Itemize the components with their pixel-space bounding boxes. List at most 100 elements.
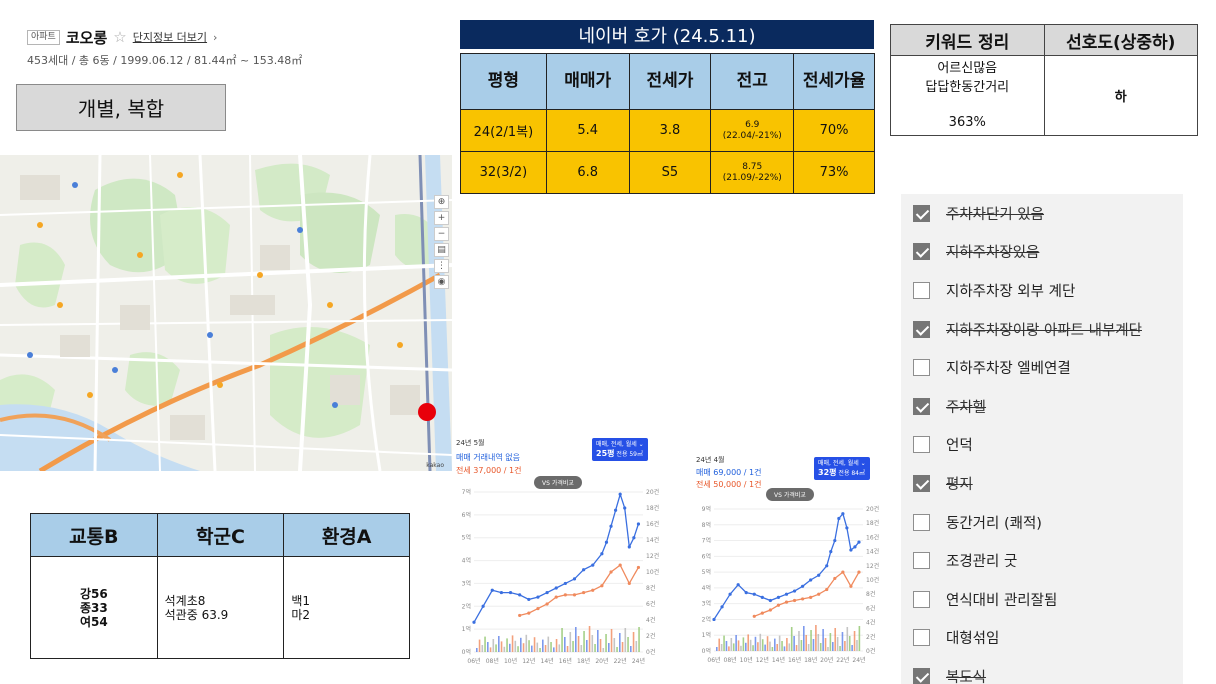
- checkbox-checked[interactable]: [913, 320, 930, 338]
- checklist-item[interactable]: 언덕: [901, 426, 1183, 465]
- volume-bar: [803, 626, 805, 651]
- grid-icon[interactable]: ⋮: [434, 259, 449, 273]
- map-canvas: [0, 155, 452, 471]
- volume-bar: [856, 640, 858, 651]
- location-map[interactable]: ⊕ + − ▤ ⋮ ◉ kakao: [0, 155, 452, 471]
- checkbox-checked[interactable]: [913, 397, 930, 415]
- apartment-header: 아파트 코오롱 ☆ 단지정보 더보기 › 453세대 / 총 6동 / 1999…: [27, 26, 427, 68]
- volume-bar: [613, 638, 616, 652]
- transport-line: 여54: [79, 614, 108, 629]
- y-right-tick: 6건: [646, 600, 655, 608]
- data-point: [536, 595, 540, 599]
- checkbox-checked[interactable]: [913, 243, 930, 261]
- data-point: [800, 584, 805, 588]
- y-right-tick: 0건: [866, 647, 875, 655]
- volume-bar: [810, 630, 812, 651]
- checklist-item[interactable]: 연식대비 관리잘됨: [901, 580, 1183, 619]
- checklist-item[interactable]: 복도식: [901, 657, 1183, 684]
- volume-bar: [539, 648, 541, 652]
- data-point: [752, 614, 756, 618]
- y-left-tick: 7억: [462, 488, 471, 496]
- volume-bar: [566, 646, 569, 652]
- volume-bar: [536, 642, 539, 652]
- checklist-label: 평지: [946, 476, 973, 493]
- cell-high: 6.9 (22.04/-21%): [710, 109, 795, 152]
- checkbox-checked[interactable]: [913, 204, 930, 222]
- volume-bar: [824, 638, 827, 651]
- complex-info-link[interactable]: 단지정보 더보기: [133, 29, 207, 45]
- x-tick: 22년: [614, 657, 627, 665]
- compare-button[interactable]: VS 가격비교: [534, 476, 582, 489]
- checkbox-unchecked[interactable]: [913, 513, 930, 531]
- data-point: [833, 538, 837, 543]
- checklist-item[interactable]: 조경관리 굿: [901, 541, 1183, 580]
- volume-bar: [716, 647, 718, 651]
- data-point: [636, 522, 641, 526]
- chart-filter-button[interactable]: 매매, 전세, 월세 ⌄ 32평 전용 84㎡: [814, 457, 870, 480]
- data-point: [849, 548, 853, 552]
- checkbox-unchecked[interactable]: [913, 436, 930, 454]
- data-point: [829, 550, 833, 554]
- volume-bar: [481, 645, 484, 652]
- data-point: [809, 595, 813, 599]
- y-left-tick: 3억: [702, 600, 711, 608]
- data-point: [841, 512, 845, 516]
- volume-bar: [511, 635, 514, 652]
- volume-bar: [520, 637, 522, 652]
- data-point: [481, 604, 485, 608]
- volume-bar: [730, 638, 733, 651]
- checklist-item[interactable]: 대형섞임: [901, 619, 1183, 658]
- data-point: [554, 595, 558, 599]
- volume-bar: [575, 627, 577, 652]
- zoom-in-icon[interactable]: +: [434, 211, 449, 225]
- checkbox-unchecked[interactable]: [913, 552, 930, 570]
- checklist-item[interactable]: 지하주차장있음: [901, 233, 1183, 272]
- y-right-tick: 0건: [646, 648, 655, 656]
- data-point: [841, 570, 845, 574]
- checklist-item[interactable]: 동간거리 (쾌적): [901, 503, 1183, 542]
- x-tick: 20년: [820, 656, 833, 664]
- volume-bar: [635, 641, 638, 652]
- layers-icon[interactable]: ▤: [434, 243, 449, 257]
- volume-bar: [509, 643, 511, 652]
- location-icon[interactable]: ◉: [434, 275, 449, 289]
- checklist-item[interactable]: 주차차단기 있음: [901, 194, 1183, 233]
- checklist-item[interactable]: 지하주차장 외부 계단: [901, 271, 1183, 310]
- volume-bar: [597, 630, 599, 652]
- volume-bar: [487, 642, 489, 652]
- checklist-item[interactable]: 주차헬: [901, 387, 1183, 426]
- data-point: [800, 597, 805, 601]
- data-point: [833, 576, 837, 581]
- map-scale: kakao: [426, 462, 444, 469]
- compass-icon[interactable]: ⊕: [434, 195, 449, 209]
- chart-filter-button[interactable]: 매매, 전세, 월세 ⌄ 25평 전용 59㎡: [592, 438, 648, 461]
- school-cell: 석계초8 석관중 63.9: [156, 556, 285, 659]
- volume-bar: [834, 628, 837, 651]
- checkbox-unchecked[interactable]: [913, 281, 930, 299]
- checkbox-unchecked[interactable]: [913, 359, 930, 377]
- data-point: [752, 592, 756, 596]
- checklist-item[interactable]: 지하주차장이랑 아파트 내부계단: [901, 310, 1183, 349]
- star-icon[interactable]: ☆: [113, 29, 126, 45]
- checkbox-checked[interactable]: [913, 474, 930, 492]
- checkbox-unchecked[interactable]: [913, 629, 930, 647]
- y-right-tick: 18건: [866, 519, 879, 527]
- volume-bar: [798, 631, 800, 651]
- data-point: [536, 606, 540, 611]
- x-tick: 06년: [707, 656, 720, 664]
- y-right-tick: 6건: [866, 604, 875, 612]
- zoom-out-icon[interactable]: −: [434, 227, 449, 241]
- volume-bar: [610, 629, 613, 652]
- checklist-item[interactable]: 지하주차장 엘베연결: [901, 348, 1183, 387]
- checkbox-unchecked[interactable]: [913, 590, 930, 608]
- checklist-item[interactable]: 평지: [901, 464, 1183, 503]
- environment-cell: 백1 마2: [283, 556, 410, 659]
- compare-button[interactable]: VS 가격비교: [766, 488, 814, 501]
- school-line: 석계초8: [164, 593, 206, 608]
- volume-bar: [531, 645, 533, 652]
- volume-bar: [564, 637, 566, 652]
- volume-bar: [829, 633, 832, 651]
- cell-size: 32(3/2): [460, 151, 547, 194]
- checkbox-checked[interactable]: [913, 667, 930, 684]
- volume-bar: [774, 638, 776, 651]
